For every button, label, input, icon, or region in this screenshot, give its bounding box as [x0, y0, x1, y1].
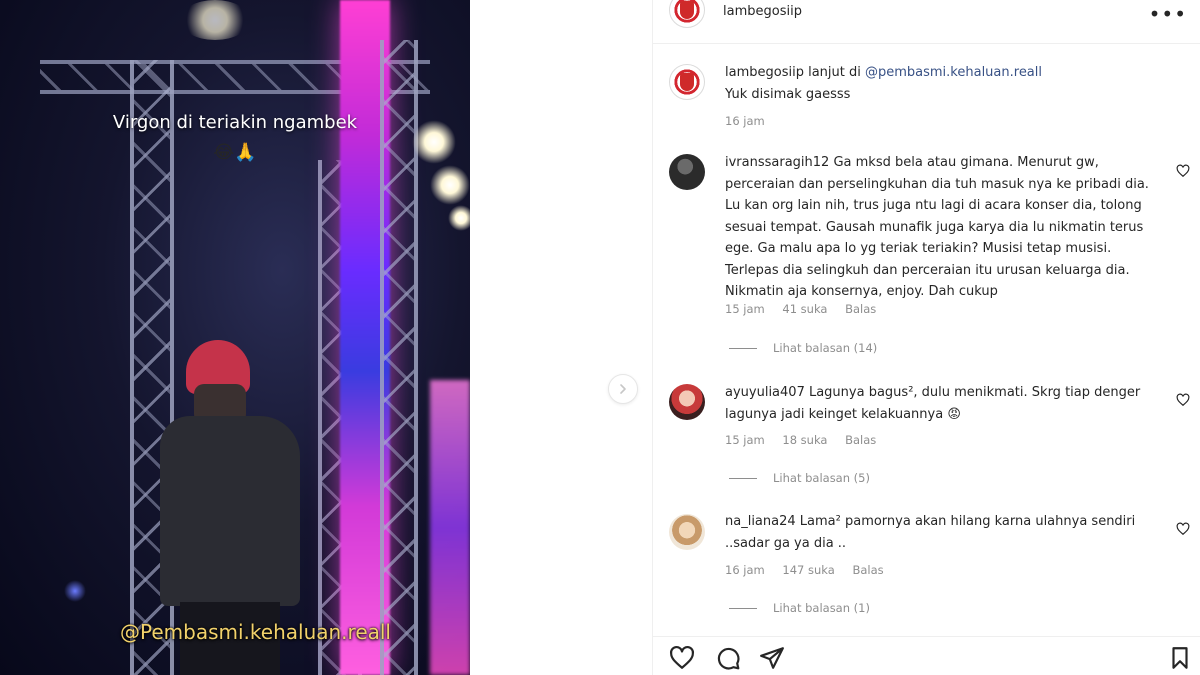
comment-like-heart-icon[interactable]: [1176, 522, 1190, 536]
heart-icon[interactable]: [669, 645, 695, 671]
stage-light: [180, 0, 250, 40]
bookmark-icon[interactable]: [1167, 645, 1193, 671]
comment-time: 15 jam: [725, 302, 765, 316]
comment-time: 16 jam: [725, 563, 765, 577]
view-replies[interactable]: Lihat balasan (1): [729, 601, 870, 615]
comment-body: Ga mksd bela atau gimana. Menurut gw, pe…: [725, 155, 1149, 299]
comment-reply-button[interactable]: Balas: [852, 563, 883, 577]
stage-light: [430, 165, 470, 205]
comment-reply-button[interactable]: Balas: [845, 302, 876, 316]
post-side-panel: lambegosiip ••• lambegosiip lanjut di @p…: [652, 0, 1200, 675]
comment-avatar[interactable]: [669, 384, 705, 420]
comment-username[interactable]: ivranssaragih12: [725, 155, 829, 170]
comment-likes[interactable]: 41 suka: [782, 302, 827, 316]
more-icon: •••: [1148, 2, 1187, 26]
share-icon[interactable]: [759, 645, 785, 671]
post-action-bar: [653, 636, 1200, 675]
comment-text: ivranssaragih12 Ga mksd bela atau gimana…: [725, 152, 1153, 303]
caption-username[interactable]: lambegosiip: [725, 65, 804, 80]
post-header: lambegosiip •••: [653, 0, 1200, 44]
led-screen: [430, 380, 470, 675]
caption-text: lanjut di: [803, 65, 865, 80]
video-caption-emoji: 😂🙏: [213, 142, 257, 163]
media-gutter: [470, 0, 652, 675]
comment-icon[interactable]: [715, 645, 741, 671]
author-username[interactable]: lambegosiip: [723, 4, 802, 19]
stage-light: [64, 580, 86, 602]
comment-username[interactable]: na_liana24: [725, 514, 796, 529]
caption-line2: Yuk disimak gaesss: [725, 86, 851, 102]
next-media-button[interactable]: [608, 374, 638, 404]
comment-likes[interactable]: 18 suka: [782, 433, 827, 447]
comment-avatar[interactable]: [669, 154, 705, 190]
video-caption: Virgon di teriakin ngambek: [112, 112, 358, 133]
video-watermark: @Pembasmi.kehaluan.reall: [120, 620, 391, 644]
caption-avatar[interactable]: [669, 64, 705, 100]
comment-avatar[interactable]: [669, 514, 705, 550]
post-video[interactable]: Virgon di teriakin ngambek 😂🙏 @Pembasmi.…: [0, 0, 470, 675]
comment-likes[interactable]: 147 suka: [782, 563, 834, 577]
caption-mention[interactable]: @pembasmi.kehaluan.reall: [865, 65, 1042, 80]
comment-like-heart-icon[interactable]: [1176, 164, 1190, 178]
comment-like-heart-icon[interactable]: [1176, 393, 1190, 407]
author-avatar[interactable]: [669, 0, 705, 28]
post-caption: lambegosiip lanjut di @pembasmi.kehaluan…: [725, 62, 1153, 105]
comment-text: ayuyulia407 Lagunya bagus², dulu menikma…: [725, 382, 1153, 425]
view-replies[interactable]: Lihat balasan (14): [729, 341, 877, 355]
caption-timestamp: 16 jam: [725, 114, 765, 128]
comment-meta: 16 jam 147 suka Balas: [725, 563, 898, 577]
comment-username[interactable]: ayuyulia407: [725, 385, 805, 400]
comment-text: na_liana24 Lama² pamornya akan hilang ka…: [725, 511, 1153, 554]
comment-time: 15 jam: [725, 433, 765, 447]
chevron-right-icon: [620, 384, 626, 394]
stage-light: [448, 205, 470, 231]
comment-meta: 15 jam 18 suka Balas: [725, 433, 890, 447]
comment-reply-button[interactable]: Balas: [845, 433, 876, 447]
view-replies[interactable]: Lihat balasan (5): [729, 471, 870, 485]
comment-meta: 15 jam 41 suka Balas: [725, 302, 890, 316]
more-options-button[interactable]: •••: [1149, 2, 1187, 26]
